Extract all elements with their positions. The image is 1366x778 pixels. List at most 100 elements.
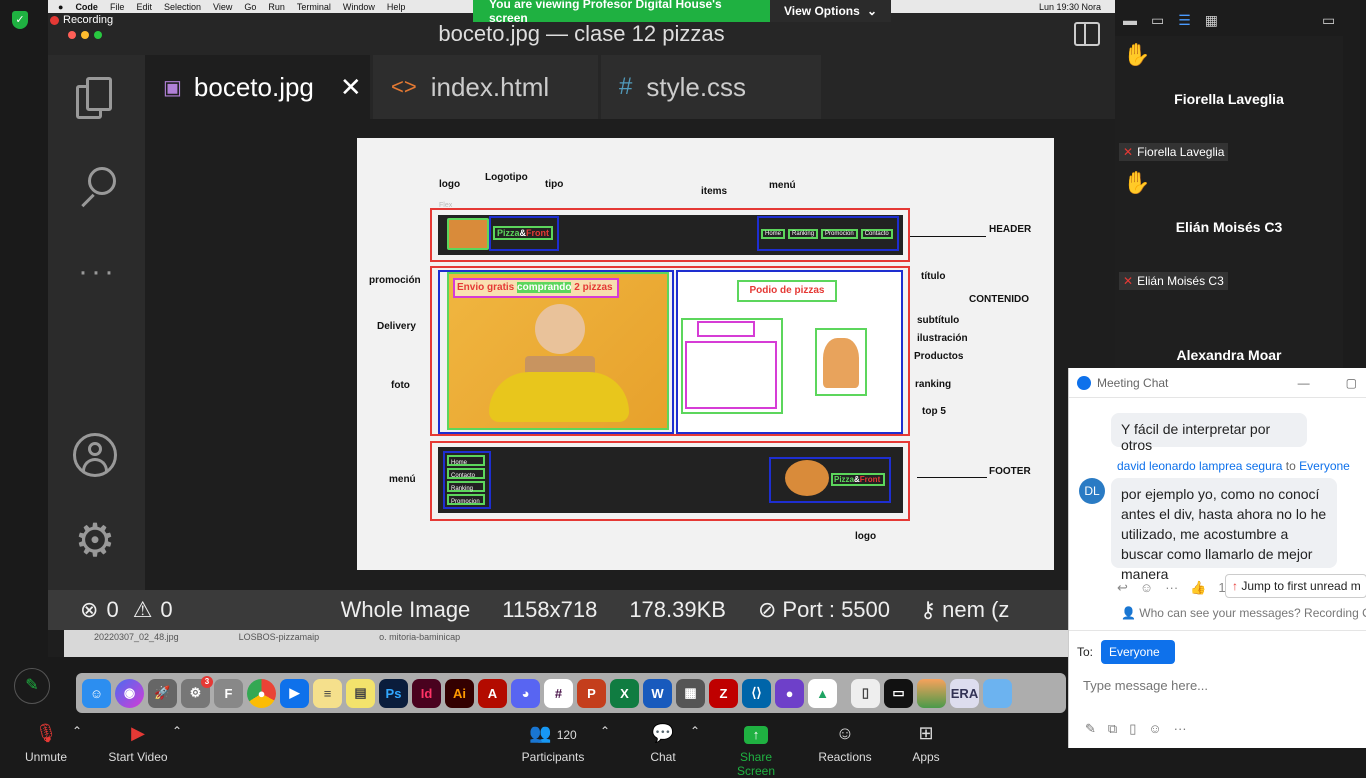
emoji-react-icon[interactable]: ☺ [1140, 580, 1153, 596]
acrobat-icon[interactable]: A [478, 678, 507, 708]
calculator-icon[interactable]: ▦ [676, 678, 705, 708]
unmute-button[interactable]: 🎙 Unmute [20, 722, 72, 764]
slack-icon[interactable]: # [544, 678, 573, 708]
close-window-dot[interactable] [68, 31, 76, 39]
warning-icon[interactable]: ⚠ [133, 597, 153, 623]
launchpad-icon[interactable]: 🚀 [148, 678, 177, 708]
chat-sender-line: david leonardo lamprea segura to Everyon… [1117, 459, 1350, 473]
terminal-icon[interactable]: ▭ [884, 678, 913, 708]
file-icon[interactable]: ▯ [851, 678, 880, 708]
finder-file[interactable]: LOSBOS-pizzamaip [239, 632, 320, 657]
speaker-view-icon[interactable]: ▭ [1151, 12, 1164, 29]
google-drive-icon[interactable]: ▲ [808, 678, 837, 708]
participant-tile[interactable]: ✋ Fiorella Laveglia ✕ Fiorella Laveglia [1115, 36, 1343, 164]
live-server-port[interactable]: Port : 5500 [782, 597, 890, 623]
mac-menu-item[interactable]: File [110, 2, 125, 12]
chat-sender[interactable]: david leonardo lamprea segura [1117, 459, 1282, 473]
chrome-icon[interactable]: ● [247, 678, 276, 708]
mac-menu-item[interactable]: Help [387, 2, 406, 12]
maximize-window-dot[interactable] [94, 31, 102, 39]
grid-view-icon[interactable]: ▦ [1205, 12, 1218, 29]
view-options-button[interactable]: View Options ⌄ [770, 0, 891, 22]
warning-count[interactable]: 0 [160, 597, 172, 623]
chat-options-caret[interactable]: ⌃ [690, 724, 700, 738]
tab-boceto[interactable]: ▣ boceto.jpg ✕ [145, 55, 370, 119]
who-can-see[interactable]: 👤 Who can see your messages? Recording O… [1121, 606, 1366, 620]
mac-menu-item[interactable]: Run [268, 2, 285, 12]
mac-menu-item[interactable]: Window [343, 2, 375, 12]
mac-menu-item[interactable]: Selection [164, 2, 201, 12]
start-video-button[interactable]: ▶ Start Video [106, 722, 170, 764]
close-tab-icon[interactable]: ✕ [340, 72, 362, 103]
jump-label: Jump to first unread m [1241, 579, 1361, 593]
finder-file[interactable]: o. mitoria-baminicap [379, 632, 460, 657]
settings-gear-icon[interactable]: ⚙ [72, 517, 118, 563]
audio-options-caret[interactable]: ⌃ [72, 724, 82, 738]
more-actions-icon[interactable]: ··· [78, 255, 117, 289]
vscode-icon[interactable]: ⟨⟩ [742, 678, 771, 708]
screenshot-icon[interactable]: ⧉ [1108, 721, 1117, 737]
emoji-icon[interactable]: ☺ [1148, 721, 1161, 737]
mac-menu-item[interactable]: Terminal [297, 2, 331, 12]
image-dimensions: 1158x718 [502, 597, 598, 622]
chat-message-input[interactable] [1083, 673, 1353, 697]
github-icon[interactable]: ● [775, 678, 804, 708]
mac-menu-item[interactable]: Edit [136, 2, 152, 12]
participant-tile[interactable]: ✋ Elián Moisés C3 ✕ Elián Moisés C3 [1115, 164, 1343, 292]
photoshop-icon[interactable]: Ps [379, 678, 408, 708]
mac-menu-item[interactable]: Go [244, 2, 256, 12]
more-icon[interactable]: ··· [1165, 580, 1178, 596]
mac-menu-item[interactable]: Code [75, 2, 98, 12]
account-icon[interactable] [73, 433, 117, 477]
stickies-icon[interactable]: ▤ [346, 678, 375, 708]
folder-icon[interactable] [983, 678, 1012, 708]
finder-file[interactable]: 20220307_02_48.jpg [94, 632, 179, 657]
excel-icon[interactable]: X [610, 678, 639, 708]
gallery-options-icon[interactable]: ▭ [1322, 12, 1335, 29]
participants-button[interactable]: 👥 120 Participants [518, 722, 588, 764]
indesign-icon[interactable]: Id [412, 678, 441, 708]
strip-view-icon[interactable]: ☰ [1178, 12, 1191, 29]
illustrator-icon[interactable]: Ai [445, 678, 474, 708]
apps-button[interactable]: ⊞ Apps [906, 722, 946, 764]
mac-menu-item[interactable]: View [213, 2, 232, 12]
search-icon[interactable] [78, 167, 118, 211]
siri-icon[interactable]: ◉ [115, 678, 144, 708]
jump-unread-button[interactable]: ↑ Jump to first unread m [1225, 574, 1366, 598]
error-count[interactable]: 0 [106, 597, 118, 623]
fontbook-icon[interactable]: F [214, 678, 243, 708]
tab-index-html[interactable]: <> index.html [373, 55, 598, 119]
share-screen-button[interactable]: ↑ Share Screen [720, 722, 792, 778]
minimize-window-dot[interactable] [81, 31, 89, 39]
photo-thumbnail-icon[interactable] [917, 678, 946, 708]
explorer-files-icon[interactable] [76, 77, 112, 121]
reply-icon[interactable]: ↩ [1117, 580, 1128, 596]
format-text-icon[interactable]: ✎ [1085, 721, 1096, 737]
zoom-app-icon[interactable]: ▶ [280, 678, 309, 708]
document-thumbnail-icon[interactable]: ERA [950, 678, 979, 708]
notes-icon[interactable]: ≡ [313, 678, 342, 708]
split-layout-icon[interactable] [1074, 22, 1100, 46]
file-attach-icon[interactable]: ▯ [1129, 721, 1136, 737]
participants-options-caret[interactable]: ⌃ [600, 724, 610, 738]
thumbs-up-icon[interactable]: 👍 [1190, 580, 1206, 596]
status-user[interactable]: nem (z [942, 597, 1009, 623]
pencil-icon[interactable]: ✎ [14, 668, 50, 704]
image-mode[interactable]: Whole Image [341, 597, 471, 623]
reactions-button[interactable]: ☺ Reactions [814, 722, 876, 764]
video-options-caret[interactable]: ⌃ [172, 724, 182, 738]
powerpoint-icon[interactable]: P [577, 678, 606, 708]
popout-chat-icon[interactable]: ▢ [1346, 376, 1357, 390]
minimize-chat-icon[interactable]: — [1298, 376, 1310, 390]
minimize-icon[interactable]: ▬ [1123, 12, 1137, 29]
finder-icon[interactable]: ☺ [82, 678, 111, 708]
discord-icon[interactable]: ◕ [511, 678, 540, 708]
chat-button[interactable]: 💬 Chat [642, 722, 684, 764]
system-preferences-icon[interactable]: ⚙ 3 [181, 675, 213, 708]
error-icon[interactable]: ⊗ [80, 597, 98, 623]
word-icon[interactable]: W [643, 678, 672, 708]
tab-style-css[interactable]: # style.css [601, 55, 821, 119]
filezilla-icon[interactable]: Z [709, 678, 738, 708]
recipient-dropdown[interactable]: Everyone ⌄ [1101, 640, 1175, 673]
more-options-icon[interactable]: ··· [1174, 721, 1187, 737]
